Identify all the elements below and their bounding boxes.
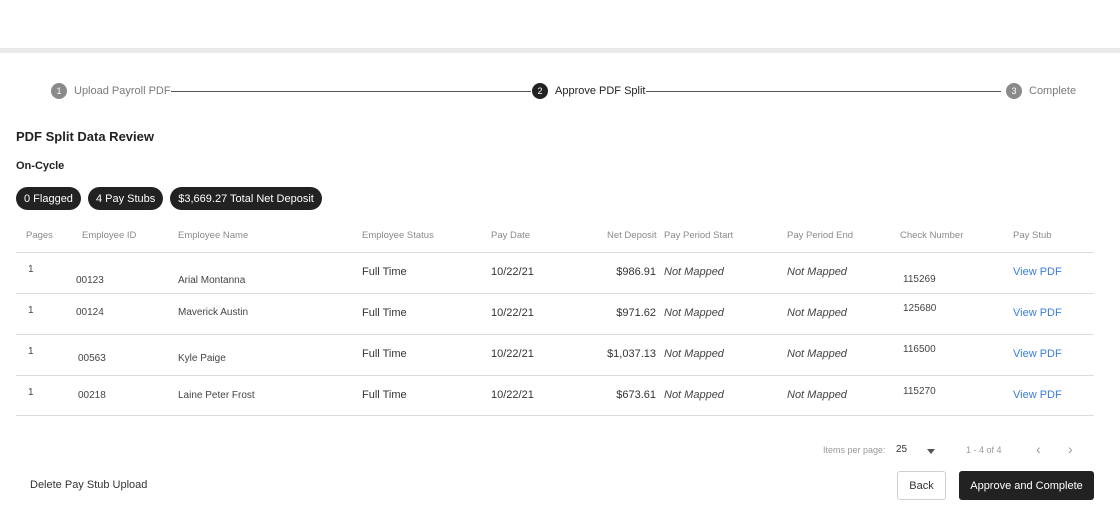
view-pdf-link[interactable]: View PDF — [1013, 307, 1062, 319]
page-subtitle: On-Cycle — [16, 160, 65, 172]
cell-pay-date: 10/22/21 — [491, 389, 534, 401]
cell-employee-status: Full Time — [362, 348, 407, 360]
cell-pages: 1 — [28, 387, 34, 398]
view-pdf-link[interactable]: View PDF — [1013, 266, 1062, 278]
cell-check-number: 116500 — [903, 344, 936, 355]
table-row[interactable]: 1 00123 Arial Montanna Full Time 10/22/2… — [16, 252, 1094, 293]
cell-net-deposit: $986.91 — [616, 266, 656, 278]
col-header-employee-status[interactable]: Employee Status — [362, 230, 434, 241]
cell-employee-id: 00563 — [78, 353, 106, 364]
cell-net-deposit: $971.62 — [616, 307, 656, 319]
col-header-pay-stub[interactable]: Pay Stub — [1013, 230, 1052, 241]
step-number: 2 — [532, 83, 548, 99]
progress-stepper: 1 Upload Payroll PDF 2 Approve PDF Split… — [51, 82, 1081, 100]
step-label: Upload Payroll PDF — [74, 85, 171, 97]
cell-pay-date: 10/22/21 — [491, 266, 534, 278]
step-connector — [646, 91, 1001, 92]
items-per-page-label: Items per page: — [823, 445, 886, 455]
delete-pay-stub-upload-button[interactable]: Delete Pay Stub Upload — [30, 479, 147, 491]
step-number: 3 — [1006, 83, 1022, 99]
total-net-deposit-badge[interactable]: $3,669.27 Total Net Deposit — [170, 187, 322, 210]
cell-pay-period-end: Not Mapped — [787, 348, 847, 360]
cell-employee-status: Full Time — [362, 307, 407, 319]
cell-pages: 1 — [28, 264, 34, 275]
paginator: Items per page: 25 1 - 4 of 4 ‹ › — [0, 441, 1120, 459]
items-per-page-value: 25 — [896, 444, 908, 455]
step-label: Approve PDF Split — [555, 85, 646, 97]
step-approve-pdf-split[interactable]: 2 Approve PDF Split — [532, 82, 645, 100]
cell-employee-status: Full Time — [362, 389, 407, 401]
cell-pay-period-end: Not Mapped — [787, 307, 847, 319]
cell-pay-period-start: Not Mapped — [664, 266, 724, 278]
cell-employee-name: Maverick Austin — [178, 307, 249, 318]
step-label: Complete — [1029, 85, 1077, 97]
cell-check-number: 125680 — [903, 303, 937, 314]
cell-employee-id: 00123 — [76, 275, 104, 286]
top-divider — [0, 48, 1120, 53]
col-header-employee-id[interactable]: Employee ID — [82, 230, 136, 241]
cell-employee-name: Arial Montanna — [178, 275, 246, 286]
cell-pay-period-start: Not Mapped — [664, 389, 724, 401]
back-button[interactable]: Back — [897, 471, 946, 500]
pay-stubs-badge[interactable]: 4 Pay Stubs — [87, 187, 164, 210]
cell-pages: 1 — [28, 305, 34, 316]
next-page-icon[interactable]: › — [1068, 441, 1073, 457]
approve-and-complete-button[interactable]: Approve and Complete — [959, 471, 1094, 500]
cell-pay-date: 10/22/21 — [491, 348, 534, 360]
cell-net-deposit: $673.61 — [616, 389, 656, 401]
col-header-net-deposit[interactable]: Net Deposit — [607, 230, 657, 241]
view-pdf-link[interactable]: View PDF — [1013, 348, 1062, 360]
table-row[interactable]: 1 00563 Kyle Paige Full Time 10/22/21 $1… — [16, 334, 1094, 375]
col-header-pay-period-end[interactable]: Pay Period End — [787, 230, 853, 241]
table-row[interactable]: 1 00218 Laine Peter Frost Full Time 10/2… — [16, 375, 1094, 416]
items-per-page-select[interactable]: 25 — [896, 443, 940, 459]
col-header-pay-period-start[interactable]: Pay Period Start — [664, 230, 733, 241]
view-pdf-link[interactable]: View PDF — [1013, 389, 1062, 401]
cell-pay-period-start: Not Mapped — [664, 307, 724, 319]
cell-pay-period-start: Not Mapped — [664, 348, 724, 360]
chevron-down-icon — [927, 449, 935, 454]
cell-pay-period-end: Not Mapped — [787, 389, 847, 401]
step-upload-payroll-pdf[interactable]: 1 Upload Payroll PDF — [51, 82, 171, 100]
pay-stub-table: Pages Employee ID Employee Name Employee… — [16, 220, 1094, 416]
cell-employee-id: 00218 — [78, 390, 106, 401]
step-connector — [171, 91, 531, 92]
page-title: PDF Split Data Review — [16, 129, 154, 144]
cell-pay-date: 10/22/21 — [491, 307, 534, 319]
cell-check-number: 115269 — [903, 274, 936, 285]
step-number: 1 — [51, 83, 67, 99]
page-range: 1 - 4 of 4 — [966, 445, 1002, 455]
cell-employee-name: Kyle Paige — [178, 353, 226, 364]
cell-net-deposit: $1,037.13 — [607, 348, 656, 360]
summary-pills: 0 Flagged 4 Pay Stubs $3,669.27 Total Ne… — [16, 187, 322, 210]
cell-check-number: 115270 — [903, 386, 936, 397]
col-header-employee-name[interactable]: Employee Name — [178, 230, 248, 241]
table-row[interactable]: 1 00124 Maverick Austin Full Time 10/22/… — [16, 293, 1094, 334]
col-header-pages[interactable]: Pages — [26, 230, 53, 241]
cell-pages: 1 — [28, 346, 34, 357]
cell-employee-status: Full Time — [362, 266, 407, 278]
col-header-check-number[interactable]: Check Number — [900, 230, 963, 241]
cell-pay-period-end: Not Mapped — [787, 266, 847, 278]
table-header: Pages Employee ID Employee Name Employee… — [16, 220, 1094, 252]
step-complete[interactable]: 3 Complete — [1006, 82, 1076, 100]
col-header-pay-date[interactable]: Pay Date — [491, 230, 530, 241]
flagged-badge[interactable]: 0 Flagged — [16, 187, 81, 210]
previous-page-icon[interactable]: ‹ — [1036, 441, 1041, 457]
cell-employee-id: 00124 — [76, 307, 104, 318]
cell-employee-name: Laine Peter Frost — [178, 390, 255, 401]
